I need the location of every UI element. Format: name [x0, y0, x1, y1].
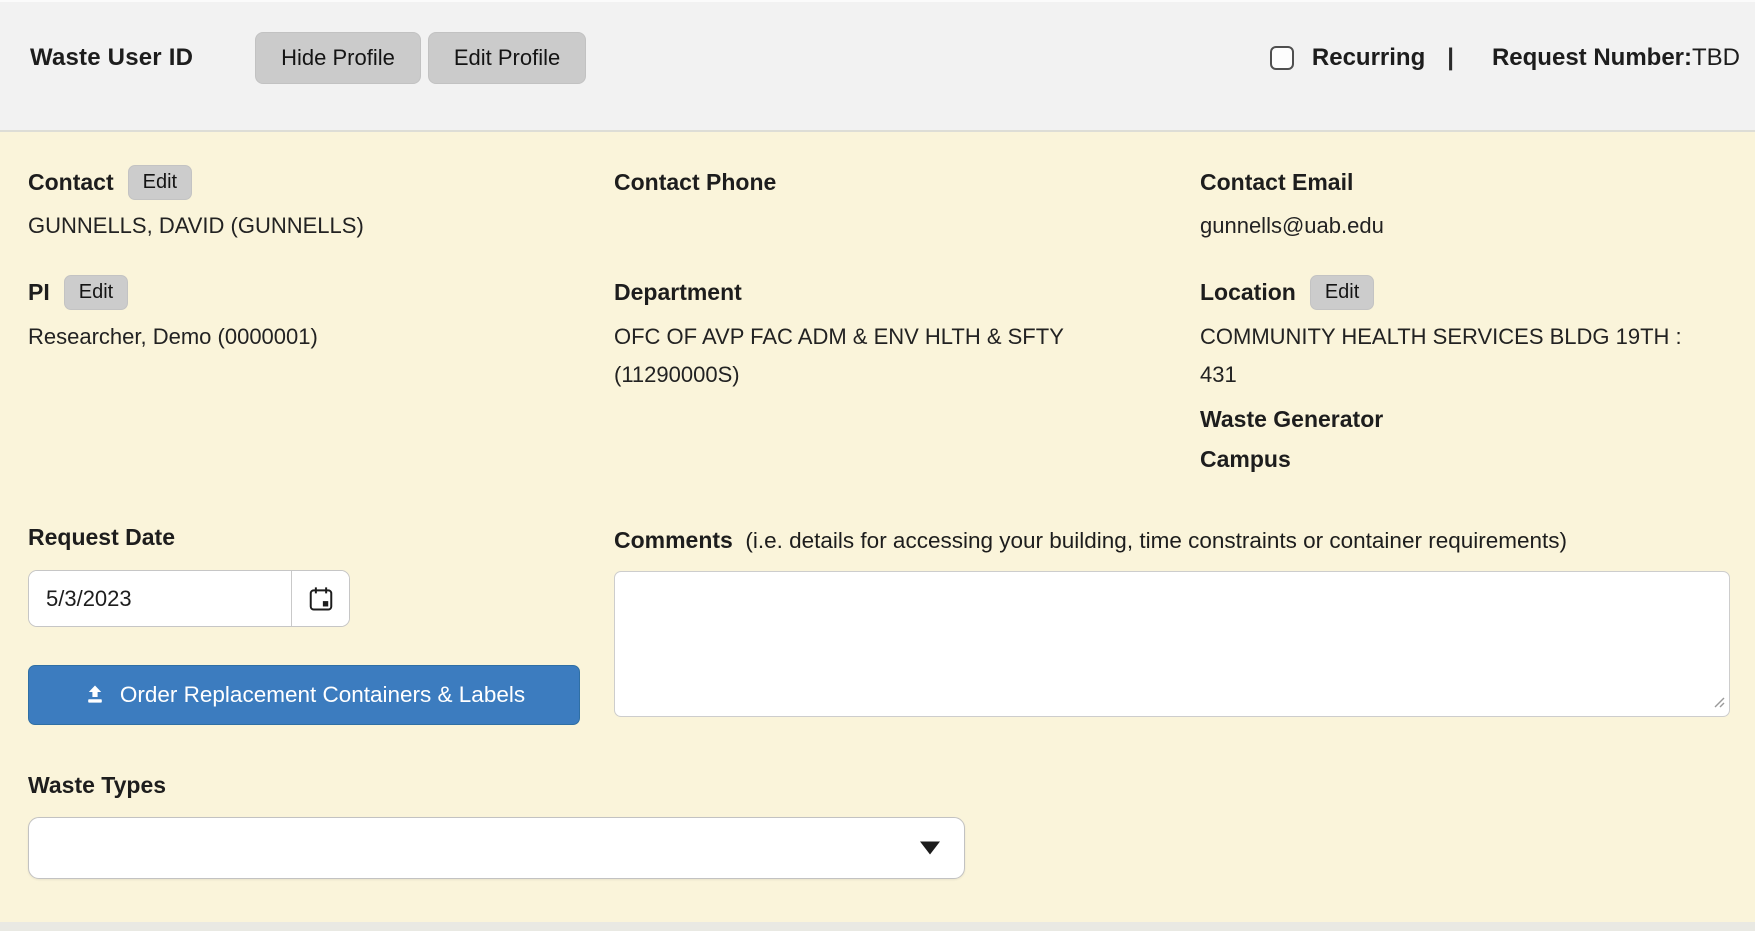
- location-edit-button[interactable]: Edit: [1310, 275, 1374, 310]
- calendar-icon: [307, 585, 335, 613]
- order-replacement-button[interactable]: Order Replacement Containers & Labels: [28, 665, 580, 725]
- waste-types-label: Waste Types: [28, 772, 166, 799]
- profile-row-2: PI Edit Researcher, Demo (0000001) Depar…: [28, 273, 1730, 474]
- request-date-group: [28, 570, 350, 627]
- contact-edit-button[interactable]: Edit: [128, 165, 192, 200]
- next-section-divider: [0, 922, 1760, 931]
- waste-request-panel: Contact Edit GUNNELLS, DAVID (GUNNELLS) …: [0, 132, 1760, 922]
- request-date-input[interactable]: [29, 571, 291, 626]
- upload-icon: [83, 683, 107, 707]
- request-date-section: Request Date: [28, 517, 614, 725]
- location-section: Location Edit COMMUNITY HEALTH SERVICES …: [1200, 273, 1730, 474]
- page-title: Waste User ID: [30, 44, 193, 72]
- request-number-value: TBD: [1692, 44, 1740, 72]
- pi-label: PI: [28, 279, 50, 306]
- waste-types-section: Waste Types: [28, 765, 1730, 879]
- comments-note: (i.e. details for accessing your buildin…: [745, 528, 1567, 553]
- contact-email-value: gunnells@uab.edu: [1200, 207, 1722, 245]
- location-value: COMMUNITY HEALTH SERVICES BLDG 19TH : 43…: [1200, 318, 1722, 394]
- calendar-button[interactable]: [291, 571, 349, 626]
- campus-label: Campus: [1200, 446, 1722, 473]
- contact-phone-label: Contact Phone: [614, 169, 776, 196]
- header-right-group: Recurring | Request Number:TBD: [1270, 44, 1740, 72]
- comments-textarea[interactable]: [614, 571, 1730, 717]
- request-date-label: Request Date: [28, 524, 175, 551]
- chevron-down-icon: [920, 842, 940, 855]
- request-number-label: Request Number:: [1492, 44, 1692, 72]
- contact-email-section: Contact Email gunnells@uab.edu: [1200, 162, 1730, 245]
- department-section: Department OFC OF AVP FAC ADM & ENV HLTH…: [614, 273, 1200, 474]
- pi-value: Researcher, Demo (0000001): [28, 318, 566, 356]
- recurring-checkbox[interactable]: [1270, 46, 1294, 70]
- location-label: Location: [1200, 279, 1296, 306]
- contact-email-label: Contact Email: [1200, 169, 1353, 196]
- comments-label: Comments: [614, 527, 733, 553]
- waste-types-select[interactable]: [28, 817, 965, 879]
- contact-label: Contact: [28, 169, 114, 196]
- pi-section: PI Edit Researcher, Demo (0000001): [28, 273, 614, 474]
- contact-phone-section: Contact Phone: [614, 162, 1200, 245]
- pi-edit-button[interactable]: Edit: [64, 275, 128, 310]
- request-row: Request Date: [28, 517, 1730, 725]
- waste-generator-label: Waste Generator: [1200, 406, 1722, 433]
- order-replacement-label: Order Replacement Containers & Labels: [120, 682, 525, 708]
- contact-section: Contact Edit GUNNELLS, DAVID (GUNNELLS): [28, 162, 614, 245]
- department-label: Department: [614, 279, 742, 306]
- hide-profile-button[interactable]: Hide Profile: [255, 32, 421, 84]
- scrollbar-track[interactable]: [1755, 0, 1760, 931]
- header-separator: |: [1447, 44, 1454, 72]
- comments-section: Comments (i.e. details for accessing you…: [614, 517, 1730, 725]
- department-value: OFC OF AVP FAC ADM & ENV HLTH & SFTY (11…: [614, 318, 1152, 394]
- edit-profile-button[interactable]: Edit Profile: [428, 32, 586, 84]
- contact-value: GUNNELLS, DAVID (GUNNELLS): [28, 207, 566, 245]
- profile-header: Waste User ID Hide Profile Edit Profile …: [0, 0, 1760, 132]
- profile-row-1: Contact Edit GUNNELLS, DAVID (GUNNELLS) …: [28, 162, 1730, 245]
- recurring-label: Recurring: [1312, 44, 1425, 72]
